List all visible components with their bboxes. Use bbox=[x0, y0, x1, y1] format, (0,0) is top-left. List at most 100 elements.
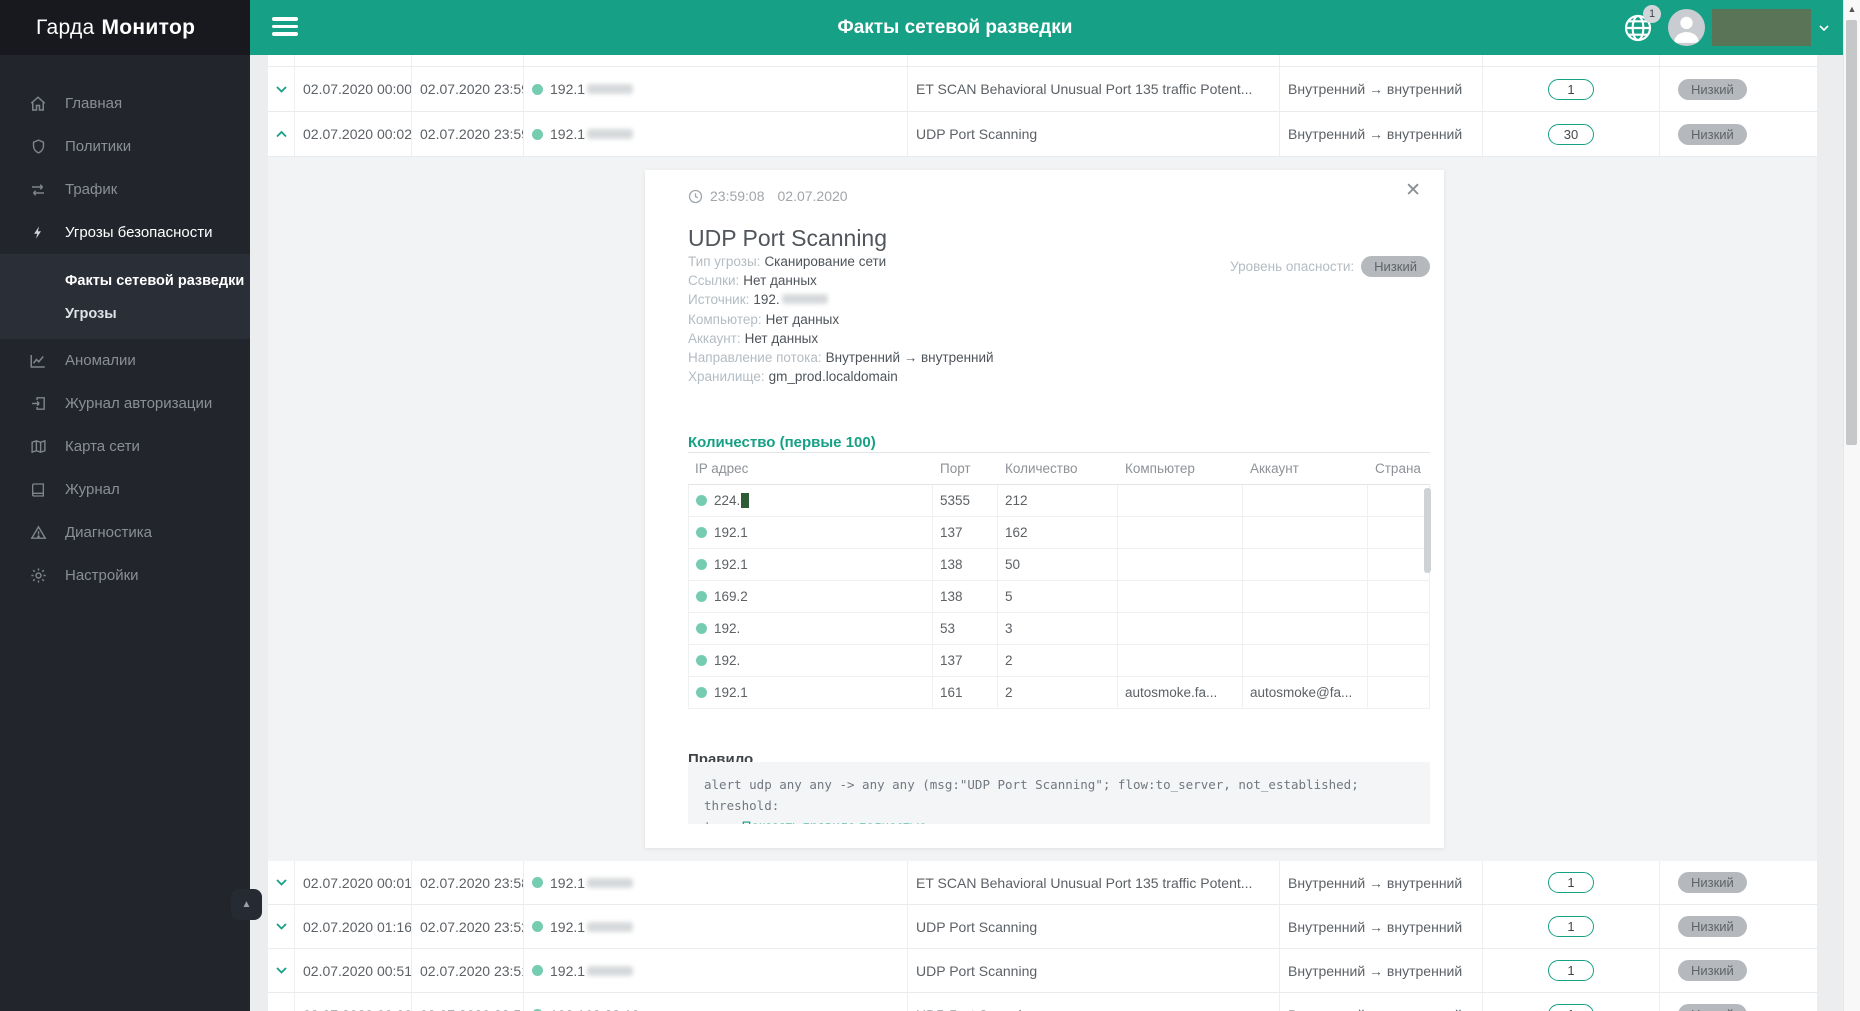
count-badge: 1 bbox=[1548, 960, 1594, 981]
close-icon[interactable]: ✕ bbox=[1399, 180, 1427, 201]
col-account: Аккаунт bbox=[1250, 461, 1299, 476]
table-row[interactable]: 02.07.2020 00:51:00 02.07.2020 23:51:40 … bbox=[268, 949, 1817, 993]
col-computer: Компьютер bbox=[1125, 461, 1195, 476]
sidebar-item-journal[interactable]: Журнал bbox=[0, 468, 250, 511]
table-row[interactable]: 02.07.2020 00:01:05 02.07.2020 23:58:45 … bbox=[268, 861, 1817, 905]
collapse-chevron-up-icon[interactable] bbox=[268, 112, 295, 156]
expand-chevron-down-icon[interactable] bbox=[268, 993, 295, 1011]
sidebar-item-network-recon-facts[interactable]: Факты сетевой разведки bbox=[0, 264, 250, 297]
warning-icon bbox=[28, 523, 48, 543]
sidebar-item-security-threats[interactable]: Угрозы безопасности bbox=[0, 211, 250, 254]
ip-redaction bbox=[587, 921, 634, 932]
flow-direction: Внутренний → внутренний bbox=[1280, 112, 1483, 156]
sidebar-item-auth-log[interactable]: Журнал авторизации bbox=[0, 382, 250, 425]
sidebar-item-label: Главная bbox=[65, 95, 123, 112]
expand-chevron-down-icon[interactable] bbox=[268, 905, 295, 948]
sidebar-subitem-label: Факты сетевой разведки bbox=[65, 272, 245, 289]
status-dot-icon bbox=[696, 623, 707, 634]
gear-icon bbox=[28, 566, 48, 586]
severity-line: Уровень опасности: Низкий bbox=[1230, 256, 1430, 277]
status-dot-icon bbox=[696, 591, 707, 602]
severity-badge: Низкий bbox=[1678, 1004, 1747, 1011]
expand-chevron-down-icon[interactable] bbox=[268, 949, 295, 992]
sidebar-item-policies[interactable]: Политики bbox=[0, 125, 250, 168]
col-ip: IP адрес bbox=[695, 461, 749, 476]
show-full-rule-link[interactable]: Показать правило полностью bbox=[742, 819, 927, 824]
sidebar-item-diagnostics[interactable]: Диагностика bbox=[0, 511, 250, 554]
chevron-down-icon bbox=[1819, 24, 1829, 31]
sidebar-item-label: Трафик bbox=[65, 181, 118, 198]
sidebar: Гарда Монитор Главная Политики Трафик Уг… bbox=[0, 0, 250, 1011]
page-scrollbar[interactable]: ▲ bbox=[1843, 0, 1860, 1011]
severity-badge: Низкий bbox=[1361, 256, 1430, 277]
status-dot-icon bbox=[696, 527, 707, 538]
severity-badge: Низкий bbox=[1678, 960, 1747, 981]
table-row-expanded[interactable]: 02.07.2020 00:02:45 02.07.2020 23:59:08 … bbox=[268, 112, 1817, 157]
signin-icon bbox=[28, 394, 48, 414]
severity-badge: Низкий bbox=[1678, 123, 1747, 145]
col-count: Количество bbox=[1005, 461, 1078, 476]
source-ip: 192.1 bbox=[524, 112, 908, 156]
sidebar-item-label: Диагностика bbox=[65, 524, 152, 541]
status-dot-icon bbox=[532, 965, 543, 976]
source-ip: 192.168.23.10 bbox=[524, 993, 908, 1011]
col-port: Порт bbox=[940, 461, 971, 476]
counts-row: 192. 53 3 bbox=[688, 613, 1430, 645]
ip-redaction bbox=[587, 129, 634, 139]
sidebar-subitem-label: Угрозы bbox=[65, 305, 117, 322]
field-storage: Хранилище: gm_prod.localdomain bbox=[688, 369, 898, 385]
counts-row: 192.1 138 50 bbox=[688, 549, 1430, 581]
sidebar-item-network-map[interactable]: Карта сети bbox=[0, 425, 250, 468]
end-time: 02.07.2020 23:52:29 bbox=[412, 905, 524, 948]
severity-badge: Низкий bbox=[1678, 872, 1747, 893]
counts-row: 192.1 161 2 autosmoke.fa... autosmoke@fa… bbox=[688, 677, 1430, 709]
sidebar-submenu: Факты сетевой разведки Угрозы bbox=[0, 254, 250, 339]
end-time: 02.07.2020 23:59:08 bbox=[412, 112, 524, 156]
avatar[interactable] bbox=[1668, 9, 1705, 46]
counts-row: 169.2 138 5 bbox=[688, 581, 1430, 613]
start-time: 02.07.2020 00:00:26 bbox=[295, 67, 412, 111]
threat-name: UDP Port Scanning bbox=[908, 112, 1280, 156]
sidebar-item-traffic[interactable]: Трафик bbox=[0, 168, 250, 211]
source-ip: 192.1 bbox=[524, 905, 908, 948]
home-icon bbox=[28, 94, 48, 114]
table-row-clipped-bottom[interactable]: 02.07.2020 00:00:04 02.07.2020 23:51:03 … bbox=[268, 993, 1817, 1011]
field-links: Ссылки: Нет данных bbox=[688, 273, 817, 289]
threat-name: UDP Port Scanning bbox=[908, 993, 1280, 1011]
inner-table-scrollbar-thumb[interactable] bbox=[1424, 488, 1431, 573]
expand-chevron-down-icon[interactable] bbox=[268, 861, 295, 904]
user-menu[interactable] bbox=[1712, 9, 1836, 46]
start-time: 02.07.2020 00:51:00 bbox=[295, 949, 412, 992]
counts-row: 192. 137 2 bbox=[688, 645, 1430, 677]
counts-row: 192.1 137 162 bbox=[688, 517, 1430, 549]
page-title: Факты сетевой разведки bbox=[837, 16, 1073, 38]
flow-direction: Внутренний → внутренний bbox=[1280, 905, 1483, 948]
count-badge: 30 bbox=[1547, 123, 1595, 145]
flow-direction: Внутренний → внутренний bbox=[1280, 861, 1483, 904]
clock-icon bbox=[688, 189, 703, 204]
sidebar-item-threats[interactable]: Угрозы bbox=[0, 297, 250, 330]
shield-icon bbox=[28, 137, 48, 157]
rule-box: alert udp any any -> any any (msg:"UDP P… bbox=[688, 762, 1430, 824]
sidebar-item-settings[interactable]: Настройки bbox=[0, 554, 250, 597]
scroll-to-top-button[interactable]: ▲ bbox=[231, 889, 262, 920]
count-badge: 1 bbox=[1548, 78, 1594, 100]
sidebar-item-home[interactable]: Главная bbox=[0, 82, 250, 125]
table-row[interactable]: 02.07.2020 00:00:26 02.07.2020 23:59:15 … bbox=[268, 67, 1817, 112]
scrollbar-up-arrow[interactable]: ▲ bbox=[1844, 4, 1860, 14]
sidebar-item-label: Угрозы безопасности bbox=[65, 224, 213, 241]
source-ip: 192.1 bbox=[524, 861, 908, 904]
scrollbar-thumb[interactable] bbox=[1846, 20, 1857, 445]
count-badge: 1 bbox=[1548, 1004, 1594, 1011]
events-table: 02.07.2020 00:00:26 02.07.2020 23:59:15 … bbox=[268, 55, 1817, 1011]
flow-direction: Внутренний → внутренний bbox=[1280, 993, 1483, 1011]
expand-chevron-down-icon[interactable] bbox=[268, 67, 295, 111]
field-account: Аккаунт: Нет данных bbox=[688, 330, 819, 346]
sidebar-item-label: Аномалии bbox=[65, 352, 136, 369]
end-time: 02.07.2020 23:51:40 bbox=[412, 949, 524, 992]
brand-name-bold: Монитор bbox=[101, 15, 196, 39]
ip-redaction-block bbox=[741, 493, 750, 508]
sidebar-item-anomalies[interactable]: Аномалии bbox=[0, 339, 250, 382]
threat-name: UDP Port Scanning bbox=[908, 905, 1280, 948]
table-row[interactable]: 02.07.2020 01:16:24 02.07.2020 23:52:29 … bbox=[268, 905, 1817, 949]
